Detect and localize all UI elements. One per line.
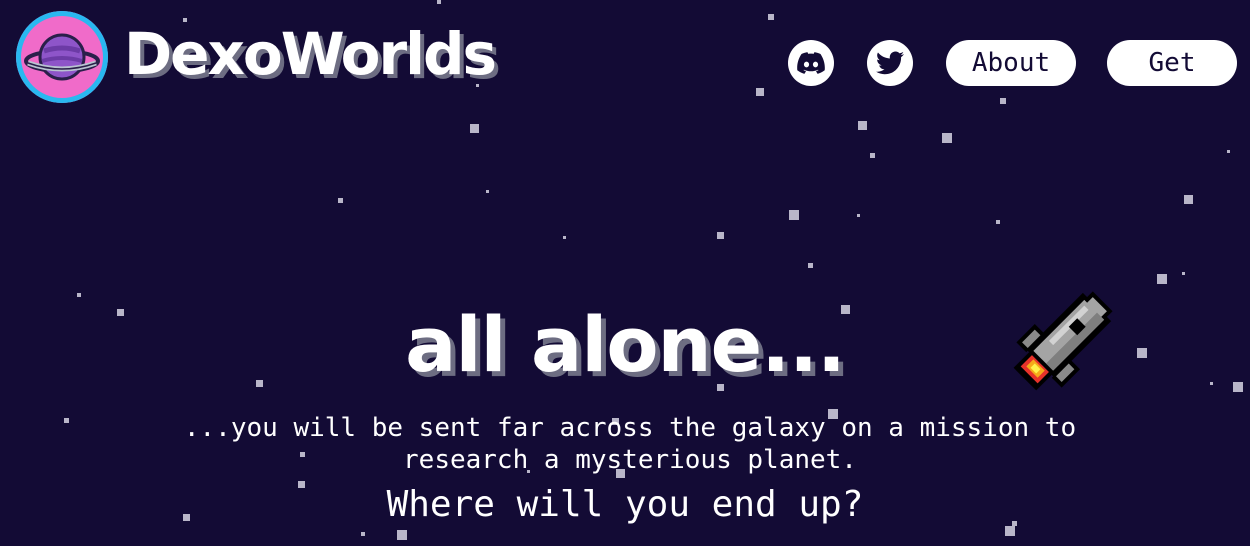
star	[858, 121, 867, 130]
brand-name[interactable]: DexoWorlds	[124, 20, 497, 88]
star	[857, 214, 860, 217]
star	[486, 190, 489, 193]
star	[1184, 195, 1193, 204]
star	[361, 532, 365, 536]
star	[808, 263, 813, 268]
get-button[interactable]: Get	[1107, 40, 1237, 86]
star	[338, 198, 343, 203]
star	[77, 293, 81, 297]
about-button[interactable]: About	[946, 40, 1076, 86]
discord-button[interactable]	[788, 40, 834, 86]
star	[64, 418, 69, 423]
star	[756, 88, 764, 96]
discord-icon	[797, 52, 825, 74]
star	[437, 0, 441, 4]
star	[789, 210, 799, 220]
star	[563, 236, 566, 239]
star	[470, 124, 479, 133]
hero-question: Where will you end up?	[386, 484, 864, 525]
star	[1005, 526, 1015, 536]
hero-subtitle: ...you will be sent far across the galax…	[100, 412, 1160, 476]
planet-logo-icon[interactable]	[16, 11, 108, 103]
star	[397, 530, 407, 540]
star	[768, 14, 774, 20]
star	[1000, 98, 1006, 104]
star	[717, 232, 724, 239]
star	[1182, 272, 1185, 275]
star	[1227, 150, 1230, 153]
planet-icon	[24, 33, 100, 81]
star	[996, 220, 1000, 224]
pixel-rocket-icon	[1013, 291, 1113, 391]
twitter-button[interactable]	[867, 40, 913, 86]
star	[870, 153, 875, 158]
hero-subtitle-line-1: ...you will be sent far across the galax…	[183, 413, 1077, 443]
twitter-icon	[876, 51, 904, 75]
star	[1157, 274, 1167, 284]
hero-subtitle-line-2: research a mysterious planet.	[403, 445, 857, 475]
star	[942, 133, 952, 143]
